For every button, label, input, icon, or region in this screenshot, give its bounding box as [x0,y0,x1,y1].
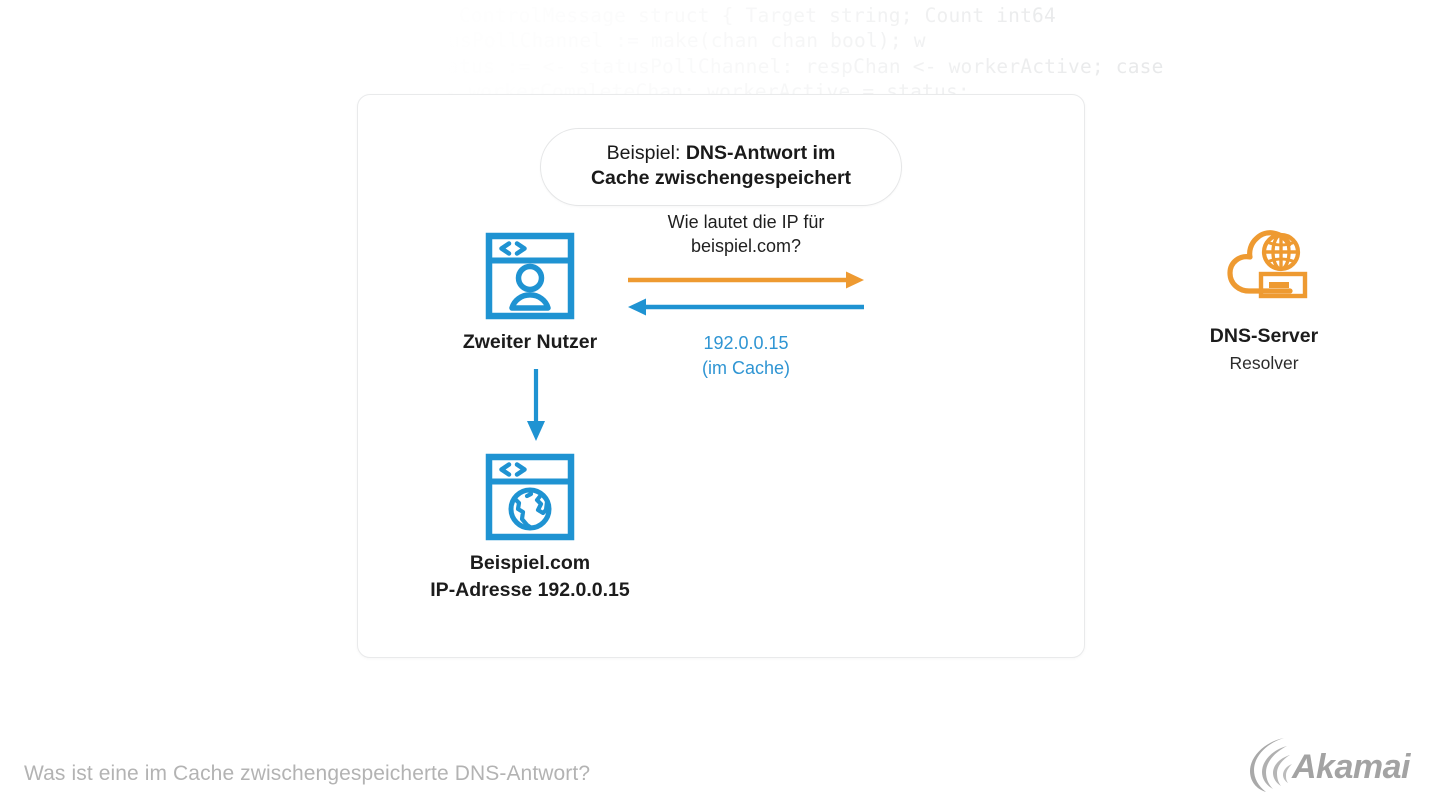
node-second-user: Zweiter Nutzer [422,232,638,356]
node-dns-server-label: DNS-Server [1209,325,1319,347]
query-question-line2: beispiel.com? [690,236,802,257]
akamai-swirl-icon [1250,738,1292,792]
query-question-line1: Wie lautet die IP für [667,212,825,232]
code-line: workerActive := false; workerCompleteCha… [0,29,926,53]
browser-globe-icon [485,453,575,541]
title-emphasis-line2: Cache zwischengespeichert [590,167,852,190]
title-emphasis-line1: DNS-Antwort im [685,142,836,164]
title-prefix: Beispiel: [606,142,681,164]
node-second-user-label: Zweiter Nutzer [462,331,598,353]
node-dns-server: DNS-Server Resolver [1153,224,1375,375]
diagram-card: Beispiel: DNS-Antwort im Cache zwischeng… [357,94,1318,658]
node-website: Beispiel.com IP-Adresse 192.0.0.15 [422,453,638,603]
cloud-dns-server-icon [1227,230,1308,299]
arrow-left-blue-icon [628,297,864,317]
arrow-right-orange-icon [628,270,864,290]
answer-cache-line2: (im Cache) [701,357,790,378]
code-line: ControlChannel: workerActive = true; go … [0,54,1164,78]
node-website-label-line2: IP-Adresse 192.0.0.15 [430,578,630,601]
diagram-title-pill: Beispiel: DNS-Antwort im Cache zwischeng… [540,128,902,206]
code-line: ssage struct { Target string; Count int6… [5,4,1056,27]
page-caption: Was ist eine im Cache zwischengespeicher… [24,762,591,785]
akamai-wordmark: Akamai [1291,748,1412,786]
node-dns-server-sublabel: Resolver [1229,352,1299,373]
dns-exchange-group: Wie lautet die IP für beispiel.com? 192.… [628,210,864,380]
answer-ip-line1: 192.0.0.15 [703,332,789,353]
node-website-label-line1: Beispiel.com [469,552,591,574]
browser-user-icon [485,232,575,320]
akamai-logo: Akamai [1250,738,1413,792]
arrow-down-blue-icon [525,369,547,446]
